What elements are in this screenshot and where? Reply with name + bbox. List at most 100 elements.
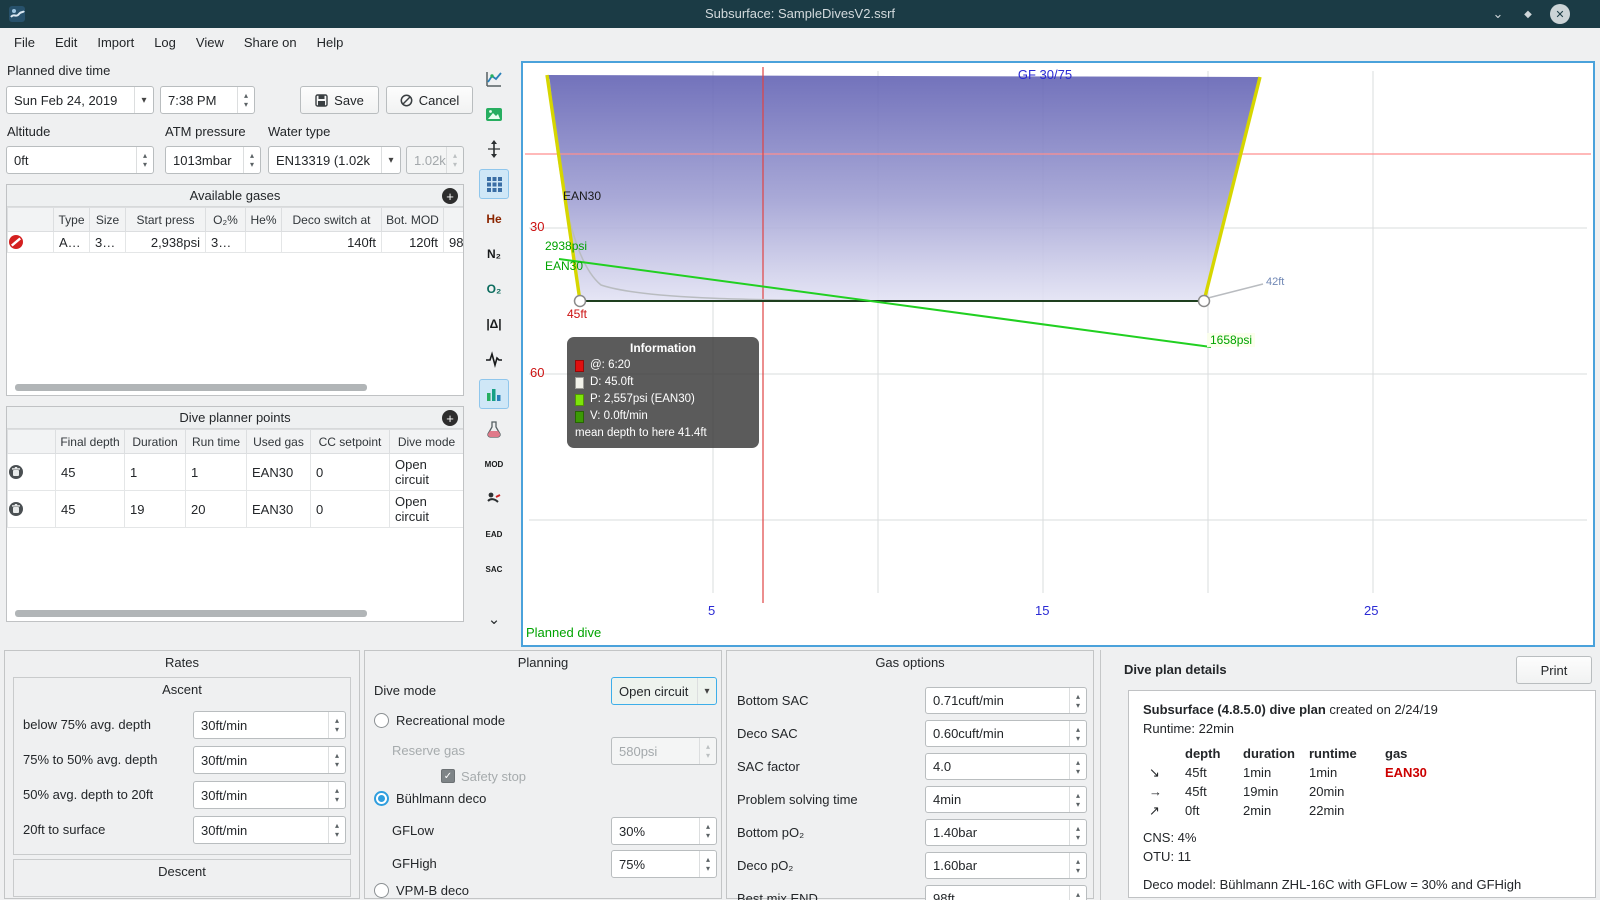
- waypoint-handle[interactable]: [573, 294, 587, 308]
- point-depth[interactable]: 45: [55, 490, 125, 528]
- gas-o2[interactable]: 3…: [205, 231, 246, 253]
- col-he[interactable]: He%: [245, 207, 282, 232]
- point-mode[interactable]: Open circuit: [389, 490, 463, 528]
- sac-icon[interactable]: SAC: [479, 554, 509, 584]
- gas-he[interactable]: [245, 231, 282, 253]
- problem-time-spinbox[interactable]: 4min: [925, 786, 1087, 813]
- col-start-press[interactable]: Start press: [125, 207, 206, 232]
- col-bot-mod[interactable]: Bot. MOD: [381, 207, 444, 232]
- spinner-arrows-icon[interactable]: [699, 851, 716, 877]
- col-duration[interactable]: Duration: [124, 429, 186, 454]
- add-point-button[interactable]: +: [442, 410, 458, 426]
- point-setpoint[interactable]: 0: [310, 490, 390, 528]
- save-button[interactable]: Save: [300, 86, 379, 114]
- spinner-arrows-icon[interactable]: [1069, 754, 1086, 779]
- spinner-arrows-icon[interactable]: [328, 817, 345, 843]
- spinner-arrows-icon[interactable]: [136, 147, 153, 173]
- menu-log[interactable]: Log: [144, 28, 186, 58]
- spinner-arrows-icon[interactable]: [1069, 721, 1086, 746]
- atm-pressure-spinbox[interactable]: 1013mbar: [165, 146, 261, 174]
- deco-po2-spinbox[interactable]: 1.60bar: [925, 852, 1087, 879]
- spinner-arrows-icon[interactable]: [1069, 886, 1086, 900]
- dive-time-spinbox[interactable]: 7:38 PM: [160, 86, 255, 114]
- col-mnd[interactable]: MN: [443, 207, 463, 232]
- chart-scale-icon[interactable]: [479, 64, 509, 94]
- delete-point-icon[interactable]: [9, 464, 55, 480]
- col-size[interactable]: Size: [89, 207, 126, 232]
- buhlmann-deco-radio[interactable]: [374, 791, 389, 806]
- profile-tooltip[interactable]: Information @: 6:20 D: 45.0ft P: 2,557ps…: [567, 337, 759, 448]
- title-bar[interactable]: Subsurface: SampleDivesV2.ssrf ⌄ ◆ ✕: [0, 0, 1600, 28]
- menu-share-on[interactable]: Share on: [234, 28, 307, 58]
- gases-h-scrollbar[interactable]: [15, 384, 367, 391]
- spinner-arrows-icon[interactable]: [699, 818, 716, 844]
- spinner-arrows-icon[interactable]: [243, 147, 260, 173]
- point-mode[interactable]: Open circuit: [389, 453, 463, 491]
- combo-arrow-icon[interactable]: [381, 147, 400, 173]
- rate-spinbox-1[interactable]: 30ft/min: [193, 711, 346, 739]
- spinner-arrows-icon[interactable]: [1069, 787, 1086, 812]
- bottom-sac-spinbox[interactable]: 0.71cuft/min: [925, 687, 1087, 714]
- col-dive-mode[interactable]: Dive mode: [389, 429, 463, 454]
- gflow-spinbox[interactable]: 30%: [611, 817, 717, 845]
- maximize-button[interactable]: ◆: [1518, 4, 1538, 24]
- gas-start-press[interactable]: 2,938psi: [125, 231, 206, 253]
- point-gas[interactable]: EAN30: [246, 490, 311, 528]
- water-type-combobox[interactable]: EN13319 (1.02k: [268, 146, 401, 174]
- gas-bot-mod[interactable]: 120ft: [381, 231, 444, 253]
- nitrogen-graph-icon[interactable]: N₂: [479, 239, 509, 269]
- rate-spinbox-3[interactable]: 30ft/min: [193, 781, 346, 809]
- menu-import[interactable]: Import: [87, 28, 144, 58]
- spinner-arrows-icon[interactable]: [1069, 688, 1086, 713]
- close-button[interactable]: ✕: [1550, 4, 1570, 24]
- heart-rate-icon[interactable]: [479, 344, 509, 374]
- gas-type[interactable]: A…: [53, 231, 90, 253]
- dive-profile-chart[interactable]: GF 30/75 EAN30 2938psi EAN30 45ft 42ft 1…: [521, 61, 1595, 647]
- planner-point-row[interactable]: 45 1 1 EAN30 0 Open circuit: [7, 453, 463, 491]
- point-gas[interactable]: EAN30: [246, 453, 311, 491]
- point-duration[interactable]: 19: [124, 490, 186, 528]
- point-runtime[interactable]: 1: [185, 453, 247, 491]
- spinner-arrows-icon[interactable]: [1069, 820, 1086, 845]
- bottom-po2-spinbox[interactable]: 1.40bar: [925, 819, 1087, 846]
- gas-row[interactable]: A… 3… 2,938psi 3… 140ft 120ft 98…: [7, 231, 463, 253]
- gas-deco-switch[interactable]: 140ft: [281, 231, 382, 253]
- dive-mode-combobox[interactable]: Open circuit: [611, 677, 717, 705]
- spinner-arrows-icon[interactable]: [328, 712, 345, 738]
- oxygen-graph-icon[interactable]: O₂: [479, 274, 509, 304]
- spinner-arrows-icon[interactable]: [328, 747, 345, 773]
- point-runtime[interactable]: 20: [185, 490, 247, 528]
- delete-point-icon[interactable]: [9, 501, 55, 517]
- menu-file[interactable]: File: [4, 28, 45, 58]
- col-cc-setpoint[interactable]: CC setpoint: [310, 429, 390, 454]
- menu-view[interactable]: View: [186, 28, 234, 58]
- gas-size[interactable]: 3…: [89, 231, 126, 253]
- point-setpoint[interactable]: 0: [310, 453, 390, 491]
- add-gas-button[interactable]: +: [442, 188, 458, 204]
- menu-help[interactable]: Help: [307, 28, 354, 58]
- combo-arrow-icon[interactable]: [697, 678, 716, 704]
- vpmb-deco-radio[interactable]: [374, 883, 389, 898]
- ndl-icon[interactable]: [479, 484, 509, 514]
- collapse-icon[interactable]: ⌄: [479, 604, 509, 634]
- altitude-spinbox[interactable]: 0ft: [6, 146, 154, 174]
- sac-factor-spinbox[interactable]: 4.0: [925, 753, 1087, 780]
- col-deco-switch[interactable]: Deco switch at: [281, 207, 382, 232]
- print-button[interactable]: Print: [1516, 656, 1592, 684]
- cancel-button[interactable]: Cancel: [386, 86, 473, 114]
- helium-graph-icon[interactable]: He: [479, 204, 509, 234]
- dive-plan-text[interactable]: Subsurface (4.8.5.0) dive plan created o…: [1128, 690, 1596, 898]
- safety-stop-checkbox[interactable]: [441, 769, 455, 783]
- rate-spinbox-2[interactable]: 30ft/min: [193, 746, 346, 774]
- grid-icon[interactable]: [479, 169, 509, 199]
- gas-pressures-icon[interactable]: [479, 379, 509, 409]
- col-used-gas[interactable]: Used gas: [246, 429, 311, 454]
- measure-icon[interactable]: [479, 134, 509, 164]
- col-o2[interactable]: O₂%: [205, 207, 246, 232]
- mod-icon[interactable]: MOD: [479, 449, 509, 479]
- point-duration[interactable]: 1: [124, 453, 186, 491]
- tissues-icon[interactable]: [479, 414, 509, 444]
- points-h-scrollbar[interactable]: [15, 610, 367, 617]
- remove-cylinder-icon[interactable]: [9, 234, 53, 250]
- deco-sac-spinbox[interactable]: 0.60cuft/min: [925, 720, 1087, 747]
